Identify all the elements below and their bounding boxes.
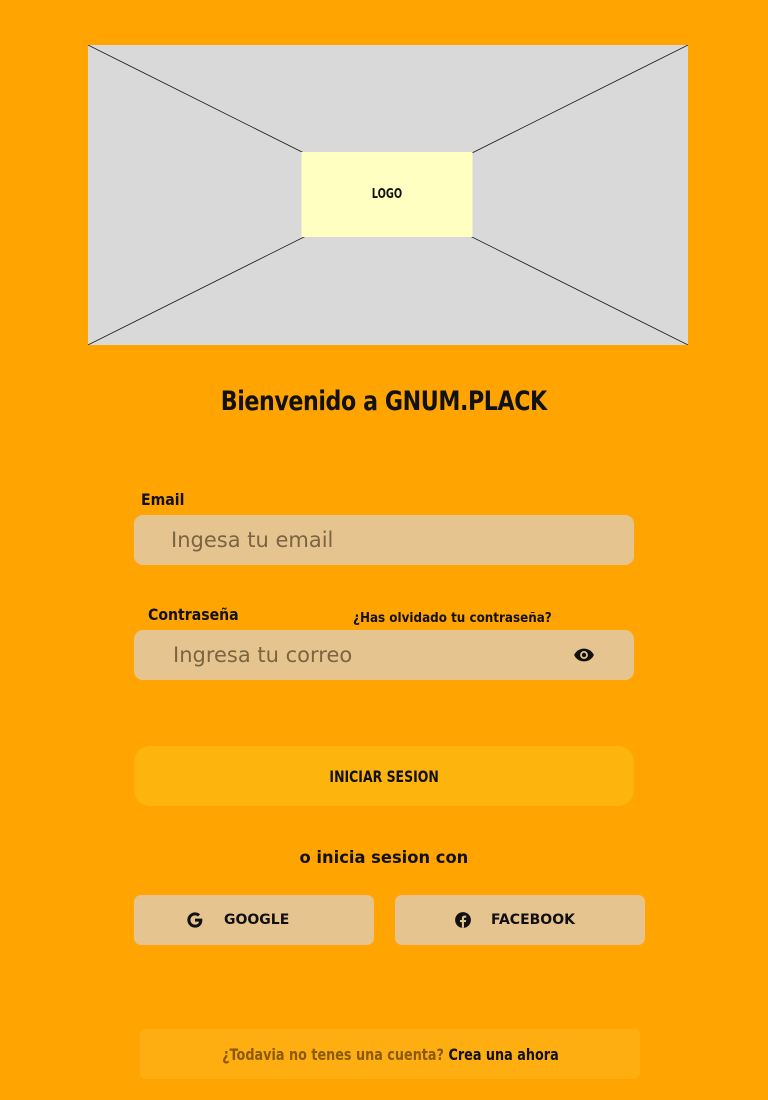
password-field-container — [134, 630, 634, 680]
social-login-divider: o inicia sesion con — [299, 848, 469, 868]
eye-icon[interactable] — [571, 644, 597, 666]
password-field[interactable] — [173, 643, 553, 667]
email-field[interactable] — [171, 528, 551, 552]
signup-question: ¿Todavia no tenes una cuenta? — [221, 1044, 444, 1064]
facebook-label: FACEBOOK — [491, 912, 575, 928]
email-label: Email — [141, 490, 185, 509]
banner-image-placeholder: LOGO — [88, 45, 688, 345]
google-login-button[interactable]: GOOGLE — [134, 895, 374, 945]
forgot-password-link[interactable]: ¿Has olvidado tu contraseña? — [353, 611, 569, 626]
logo: LOGO — [301, 152, 473, 237]
facebook-login-button[interactable]: FACEBOOK — [395, 895, 645, 945]
signup-prompt: ¿Todavia no tenes una cuenta? Crea una a… — [140, 1029, 640, 1079]
page-title: Bienvenido a GNUM.PLACK — [220, 386, 548, 417]
google-icon — [187, 912, 203, 928]
google-label: GOOGLE — [224, 912, 290, 928]
facebook-icon — [455, 912, 471, 928]
signup-link[interactable]: Crea una ahora — [448, 1045, 558, 1064]
password-label: Contraseña — [148, 605, 239, 624]
login-button[interactable]: INICIAR SESION — [134, 746, 634, 806]
email-field-container — [134, 515, 634, 565]
logo-label: LOGO — [371, 187, 403, 202]
